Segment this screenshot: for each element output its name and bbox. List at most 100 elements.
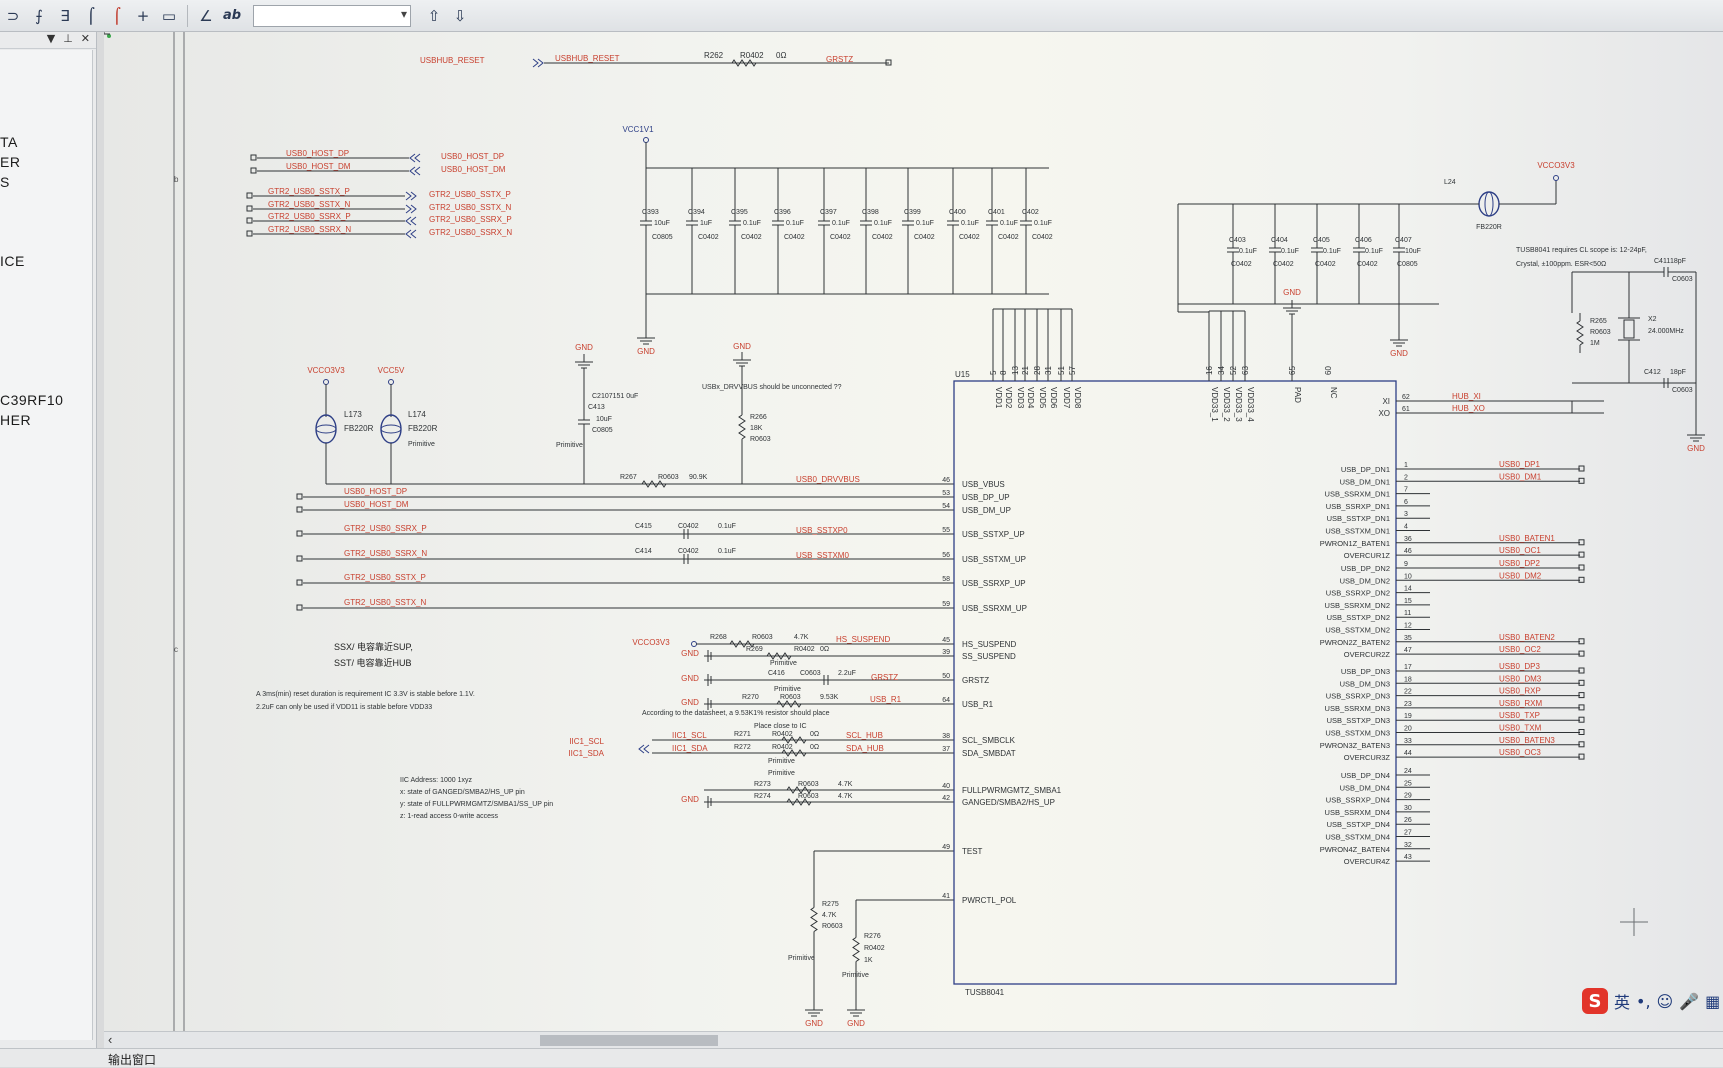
junction-icon[interactable]: +: [132, 4, 154, 28]
wire-icon[interactable]: ⌠: [80, 4, 102, 28]
r268-pkg: R0603: [752, 634, 773, 641]
host-net-label-right: USB0_HOST_DP: [441, 152, 504, 161]
arrow-down-button[interactable]: ⇩: [449, 4, 471, 28]
gtr-net-label: GTR2_USB0_SSTX_P: [268, 187, 350, 196]
c416-primitive: Primitive: [774, 686, 801, 693]
port-square: [296, 506, 303, 513]
arrow-up-button[interactable]: ⇧: [423, 4, 445, 28]
ic-pin-name: PWRON3Z_BATEN3: [1320, 741, 1390, 750]
panel-item[interactable]: TA: [0, 134, 18, 150]
off-sheet-connector: [409, 153, 421, 163]
ic-pin-number: 4: [1404, 524, 1408, 531]
cap-package: C0402: [872, 234, 893, 241]
cap-ref: C404: [1271, 237, 1288, 244]
ime-voice-icon[interactable]: 🎤: [1679, 992, 1699, 1011]
ime-emoji-icon[interactable]: ☺: [1657, 992, 1674, 1011]
l174-val: FB220R: [408, 424, 438, 433]
net-label-grstz-top: GRSTZ: [826, 55, 853, 64]
ic-pin-name: USB_SSTXP_DN4: [1327, 820, 1390, 829]
cap-package: C0402: [998, 234, 1019, 241]
port-square: [296, 530, 303, 537]
ic-pin-name: USB_SSTXP_DN2: [1327, 613, 1390, 622]
scrollbar-thumb[interactable]: [540, 1035, 718, 1046]
bus-icon[interactable]: ⊃: [2, 4, 24, 28]
series-cap-ref: C415: [635, 523, 652, 530]
bus-entry-left-icon[interactable]: ⨍: [28, 4, 50, 28]
ic-pin-name: USB_SSRXP_DN4: [1326, 796, 1390, 805]
r272-val: 0Ω: [810, 744, 819, 751]
r273-ref: R273: [754, 781, 771, 788]
net-label-icon[interactable]: ▭: [158, 4, 180, 28]
r273-pkg: R0603: [798, 781, 819, 788]
ic-pin-number: 16: [1205, 366, 1214, 375]
ferrite-l24: [1478, 191, 1500, 217]
ime-punctuation-toggle[interactable]: •,: [1636, 992, 1651, 1011]
toolbar-combo[interactable]: ▾: [253, 4, 411, 27]
ic-pin-number: 50: [942, 673, 950, 680]
ic-pin-number: 55: [942, 527, 950, 534]
ime-language-toggle[interactable]: 英: [1614, 989, 1630, 1013]
ic-pin-number: 45: [942, 637, 950, 644]
bus-entry-right-icon[interactable]: ∃: [54, 4, 76, 28]
vccio3v3-label-3: VCCO3V3: [1537, 161, 1575, 170]
gnd-label-r276: GND: [847, 1019, 865, 1028]
panel-close-icon[interactable]: ✕: [81, 32, 90, 48]
iic-note: x: state of GANGED/SMBA2/HS_UP pin: [400, 789, 525, 796]
ic-pin-number: 15: [1404, 598, 1412, 605]
ic-pin-number: 61: [1402, 406, 1410, 413]
panel-item[interactable]: C39RF10: [0, 392, 63, 408]
net-label-usb-r1: USB_R1: [870, 695, 902, 704]
net-label-hub-x: HUB_XO: [1452, 404, 1485, 413]
iic-note: y: state of FULLPWRMGMTZ/SMBA1/SS_UP pin: [400, 801, 553, 808]
schematic-canvas[interactable]: b c USBHUB_RESET USBHUB_RESET R262 R0402 0Ω GRS…: [104, 32, 1723, 1031]
r268-ref: R268: [710, 634, 727, 641]
ic-pin-name: USB_SSRXP_UP: [962, 579, 1026, 588]
ime-logo[interactable]: S: [1582, 988, 1608, 1014]
panel-pin-icon[interactable]: ⊥: [63, 32, 73, 48]
ic-pin-name: SDA_SMBDAT: [962, 749, 1016, 758]
ime-keyboard-icon[interactable]: ▦: [1705, 992, 1720, 1011]
horizontal-scrollbar[interactable]: ‹: [104, 1031, 1723, 1049]
left-net-label: GTR2_USB0_SSRX_N: [344, 549, 427, 558]
red-wire-icon[interactable]: ⌠: [106, 4, 128, 28]
gnd-label-3v3: GND: [1390, 349, 1408, 358]
panel-item[interactable]: ICE: [0, 253, 25, 269]
output-window-tab[interactable]: 输出窗口: [108, 1051, 156, 1068]
cap-package: C0402: [959, 234, 980, 241]
r272-primitive: Primitive: [768, 758, 795, 765]
l173-ref: L173: [344, 410, 362, 419]
gtr-net-label-right: GTR2_USB0_SSTX_N: [429, 203, 511, 212]
r269-pkg: R0402: [794, 646, 815, 653]
draw-line-icon[interactable]: ∠: [195, 4, 217, 28]
net-label-sda-hub: SDA_HUB: [846, 744, 884, 753]
ic-pin-name: SS_SUSPEND: [962, 652, 1016, 661]
net-label-downstream: USB0_DP2: [1499, 559, 1540, 568]
gnd-label-r274: GND: [681, 795, 699, 804]
ic-pin-number: 46: [1404, 548, 1412, 555]
panel-item[interactable]: HER: [0, 412, 31, 428]
ic-pin-name: USB_SSTXM_UP: [962, 555, 1026, 564]
ic-pin-number: 37: [942, 746, 950, 753]
ic-pin-number: 43: [1404, 854, 1412, 861]
ic-pin-name: VDD7: [1062, 387, 1071, 409]
r274-pkg: R0603: [798, 793, 819, 800]
net-label-grstz: GRSTZ: [871, 673, 898, 682]
panel-dropdown-icon[interactable]: ▼: [47, 32, 55, 48]
panel-item[interactable]: S: [0, 174, 10, 190]
ic-pin-name: PWRON4Z_BATEN4: [1320, 845, 1390, 854]
series-cap-val: 0.1uF: [718, 548, 736, 555]
cap-ref: C399: [904, 209, 921, 216]
r275-pkg: R0603: [822, 923, 843, 930]
cap-ref: C400: [949, 209, 966, 216]
scroll-left-icon[interactable]: ‹: [108, 1032, 112, 1047]
text-tool-button[interactable]: ab: [221, 4, 243, 28]
schematic-sheet[interactable]: b c USBHUB_RESET USBHUB_RESET R262 R0402 0Ω GRS…: [104, 32, 1723, 1031]
gtr-net-label-right: GTR2_USB0_SSTX_P: [429, 190, 511, 199]
left-net-label: GTR2_USB0_SSTX_P: [344, 573, 426, 582]
cap-value: 0.1uF: [874, 220, 892, 227]
ic-pin-name: USB_SSRXM_DN2: [1325, 601, 1390, 610]
r274-ref: R274: [754, 793, 771, 800]
port-square: [296, 493, 303, 500]
panel-item[interactable]: ER: [0, 154, 20, 170]
net-label-scl-hub: SCL_HUB: [846, 731, 883, 740]
